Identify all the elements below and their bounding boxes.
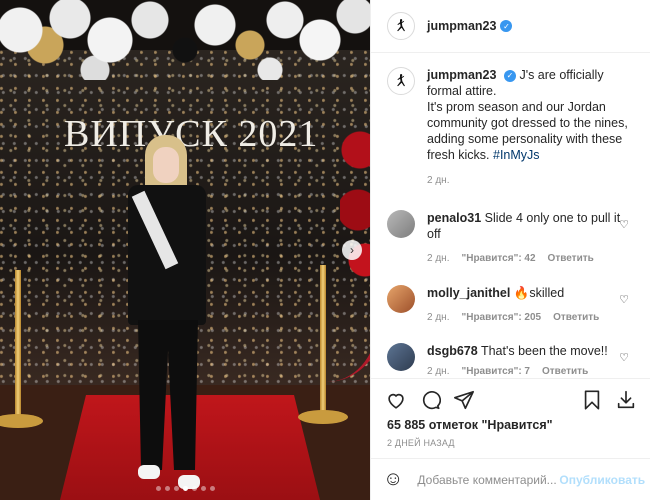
avatar[interactable] — [387, 285, 415, 313]
carousel-dot — [191, 486, 197, 491]
comment-text: That's been the move!! — [480, 344, 608, 358]
comment-time[interactable]: 2 дн. — [427, 364, 449, 376]
reply-link[interactable]: Ответить — [553, 310, 599, 326]
carousel-dot — [200, 486, 206, 491]
download-icon — [617, 390, 635, 409]
next-slide-button[interactable]: › — [342, 240, 362, 260]
hashtag-link[interactable]: #InMyJs — [493, 148, 540, 162]
comment-time[interactable]: 2 дн. — [427, 310, 449, 326]
comment-likes[interactable]: "Нравится": 205 — [461, 310, 541, 326]
stanchion-left — [15, 270, 21, 420]
posted-time[interactable]: 2 ДНЕЙ НАЗАД — [387, 438, 455, 448]
chevron-right-icon: › — [350, 243, 354, 257]
carousel-indicator — [0, 486, 370, 491]
download-button[interactable] — [613, 387, 639, 413]
carousel-dot — [155, 486, 161, 491]
comment-button[interactable] — [417, 387, 443, 413]
add-comment-bar: ☺ Опубликовать — [371, 458, 650, 500]
share-button[interactable] — [451, 387, 477, 413]
carousel-dot — [209, 486, 215, 491]
comment-username[interactable]: molly_janithel — [427, 286, 510, 300]
jordan-logo-icon — [397, 19, 405, 32]
person-figure — [120, 135, 215, 495]
like-button[interactable] — [383, 387, 409, 413]
jordan-logo-icon — [397, 74, 405, 87]
comment-icon — [422, 391, 441, 410]
comment-likes[interactable]: "Нравится": 42 — [461, 251, 535, 267]
post-photo[interactable]: ВИПУСК 2021 › — [0, 0, 370, 500]
reply-link[interactable]: Ответить — [548, 251, 594, 267]
heart-icon[interactable]: ♡ — [619, 351, 629, 364]
verified-badge-icon: ✓ — [500, 20, 513, 32]
share-icon — [454, 390, 474, 410]
comment-item: molly_janithel 🔥skilled 2 дн. "Нравится"… — [371, 285, 650, 326]
divider — [371, 378, 650, 379]
post-header: jumpman23 ✓ — [371, 0, 650, 53]
post-side-panel: jumpman23 ✓ jumpman23 ✓ J's are official… — [370, 0, 650, 500]
action-bar — [371, 385, 650, 415]
heart-icon[interactable]: ♡ — [619, 293, 629, 306]
carousel-dot — [173, 486, 179, 491]
save-button[interactable] — [579, 387, 605, 413]
velvet-rope — [326, 272, 370, 382]
comment-item: dsgb678 That's been the move!! 2 дн. "Нр… — [371, 343, 650, 376]
smile-icon[interactable]: ☺ — [383, 468, 403, 491]
caption-username[interactable]: jumpman23 — [427, 68, 496, 82]
avatar[interactable] — [387, 12, 415, 40]
comment-item: penalo31 Slide 4 only one to pull it off… — [371, 210, 650, 267]
black-pants — [138, 320, 198, 470]
comment-text: 🔥skilled — [513, 286, 565, 300]
reply-link[interactable]: Ответить — [542, 364, 588, 376]
heart-icon[interactable]: ♡ — [619, 218, 629, 231]
carousel-dot — [182, 486, 188, 491]
sneaker-left — [138, 465, 160, 479]
balloon-arch — [0, 0, 370, 80]
verified-badge-icon: ✓ — [503, 69, 516, 82]
comment-username[interactable]: penalo31 — [427, 211, 481, 225]
likes-count[interactable]: 65 885 отметок "Нравится" — [387, 418, 553, 432]
comment-time[interactable]: 2 дн. — [427, 251, 449, 267]
header-username[interactable]: jumpman23 — [427, 19, 496, 33]
publish-button[interactable]: Опубликовать — [559, 473, 645, 487]
face — [153, 147, 179, 183]
comment-likes[interactable]: "Нравится": 7 — [461, 364, 530, 376]
post-caption: jumpman23 ✓ J's are officially formal at… — [371, 53, 650, 189]
caption-time[interactable]: 2 дн. — [427, 173, 635, 189]
avatar[interactable] — [387, 343, 415, 371]
carousel-dot — [164, 486, 170, 491]
heart-icon — [388, 393, 404, 409]
avatar[interactable] — [387, 210, 415, 238]
bookmark-icon — [584, 390, 600, 410]
comment-username[interactable]: dsgb678 — [427, 344, 478, 358]
stanchion-base-right — [298, 410, 348, 424]
comment-input[interactable] — [415, 471, 560, 488]
caption-avatar[interactable] — [387, 67, 415, 95]
